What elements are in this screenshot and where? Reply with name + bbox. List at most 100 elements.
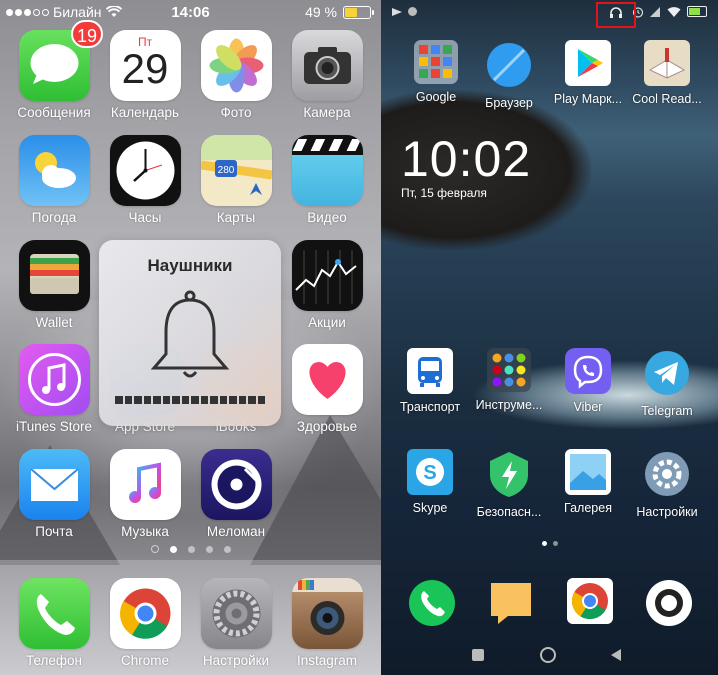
app-label: Viber	[573, 400, 603, 414]
spotlight-page-icon	[150, 545, 159, 553]
dock-settings[interactable]: Настройки	[195, 578, 277, 668]
viber-icon	[565, 348, 611, 394]
app-label: Меломан	[206, 524, 266, 539]
ios-status-bar: Билайн 14:06 49 %	[0, 0, 381, 24]
app-label: Cool Read...	[632, 92, 702, 106]
app-label: Instagram	[296, 653, 358, 668]
headphones-highlight	[596, 2, 636, 28]
headphones-volume-hud: Наушники	[99, 240, 281, 426]
app-label: Календарь	[110, 105, 180, 120]
home-date[interactable]: Пт, 15 февраля	[401, 186, 487, 200]
photos-icon	[200, 30, 272, 101]
app-gallery[interactable]: Галерея	[547, 449, 629, 515]
app-itunes-store[interactable]: iTunes Store	[13, 344, 95, 434]
home-button[interactable]	[540, 647, 556, 663]
app-calendar[interactable]: Пт 29 Календарь	[104, 30, 186, 120]
app-skype[interactable]: S Skype	[389, 449, 471, 515]
page-dot	[552, 541, 558, 546]
dock-camera[interactable]	[628, 578, 710, 628]
app-tools-folder[interactable]: Инструме...	[468, 348, 550, 412]
signal-icon	[650, 7, 660, 17]
app-label: Фото	[220, 105, 252, 120]
health-icon	[291, 344, 363, 415]
app-label: Настройки	[202, 653, 270, 668]
app-telegram[interactable]: Telegram	[626, 348, 708, 418]
app-settings[interactable]: Настройки	[626, 449, 708, 519]
dock-chrome[interactable]	[549, 578, 631, 624]
settings-icon	[200, 578, 272, 649]
wifi-icon	[667, 7, 681, 17]
app-label: Браузер	[485, 96, 533, 110]
app-label: Play Марк...	[553, 92, 623, 106]
app-music[interactable]: Музыка	[104, 449, 186, 539]
cool-reader-icon	[644, 40, 690, 86]
app-label: Skype	[412, 501, 448, 515]
app-label: Транспорт	[399, 400, 461, 414]
ios-home-screen: Билайн 14:06 49 % 19 Сообщения Пт 29 Кал…	[0, 0, 381, 675]
app-browser[interactable]: Браузер	[468, 40, 550, 110]
page-dot	[169, 545, 177, 553]
app-cool-reader[interactable]: Cool Read...	[626, 40, 708, 106]
security-icon	[484, 449, 534, 499]
skype-icon: S	[407, 449, 453, 495]
app-wallet[interactable]: Wallet	[13, 240, 95, 330]
app-label: Безопасн...	[476, 505, 542, 519]
transport-icon	[407, 348, 453, 394]
dock-notes[interactable]	[470, 578, 552, 628]
app-mail[interactable]: Почта	[13, 449, 95, 539]
bell-icon	[150, 290, 230, 378]
app-label: Музыка	[121, 524, 169, 539]
app-video[interactable]: Видео	[286, 135, 368, 225]
app-label: Камера	[303, 105, 351, 120]
camera-icon	[291, 30, 363, 101]
dock-phone[interactable]	[391, 578, 473, 628]
app-label: Telegram	[641, 404, 693, 418]
browser-icon	[484, 40, 534, 90]
battery-icon	[343, 6, 374, 19]
back-button[interactable]	[610, 648, 622, 662]
google-folder-icon	[414, 40, 458, 84]
chrome-icon	[109, 578, 181, 649]
app-label: Google	[415, 90, 457, 104]
app-play-store[interactable]: Play Марк...	[547, 40, 629, 106]
recents-button[interactable]	[472, 649, 484, 661]
app-label: Инструме...	[475, 398, 543, 412]
weather-icon	[18, 135, 90, 206]
hud-title: Наушники	[147, 256, 233, 275]
meloman-icon	[200, 449, 272, 520]
app-maps[interactable]: 280 Карты	[195, 135, 277, 225]
android-nav-bar	[381, 635, 718, 675]
app-stocks[interactable]: Акции	[286, 240, 368, 330]
dock-phone[interactable]: Телефон	[13, 578, 95, 668]
app-viber[interactable]: Viber	[547, 348, 629, 414]
gallery-icon	[565, 449, 611, 495]
android-status-bar	[381, 0, 718, 24]
calendar-icon: Пт 29	[109, 30, 181, 101]
svg-text:S: S	[423, 462, 436, 484]
music-icon	[109, 449, 181, 520]
battery-icon	[687, 6, 707, 17]
dock-instagram[interactable]: Instagram	[286, 578, 368, 668]
tools-folder-icon	[487, 348, 531, 392]
page-indicator[interactable]	[381, 541, 718, 546]
settings-icon	[642, 449, 692, 499]
app-photos[interactable]: Фото	[195, 30, 277, 120]
app-weather[interactable]: Погода	[13, 135, 95, 225]
app-transport[interactable]: Транспорт	[389, 348, 471, 414]
phone-icon	[18, 578, 90, 649]
page-indicator[interactable]	[0, 545, 381, 553]
app-health[interactable]: Здоровье	[286, 344, 368, 434]
phone-icon	[407, 578, 457, 628]
app-messages[interactable]: 19 Сообщения	[13, 20, 103, 120]
app-camera[interactable]: Камера	[286, 30, 368, 120]
app-label: Акции	[308, 315, 346, 330]
app-label: Часы	[128, 210, 162, 225]
home-clock[interactable]: 10:02	[401, 130, 531, 188]
app-security[interactable]: Безопасн...	[468, 449, 550, 519]
page-dot	[205, 545, 213, 553]
app-clock[interactable]: Часы	[104, 135, 186, 225]
app-google-folder[interactable]: Google	[395, 40, 477, 104]
stocks-icon	[291, 240, 363, 311]
app-meloman[interactable]: Меломан	[195, 449, 277, 539]
dock-chrome[interactable]: Chrome	[104, 578, 186, 668]
